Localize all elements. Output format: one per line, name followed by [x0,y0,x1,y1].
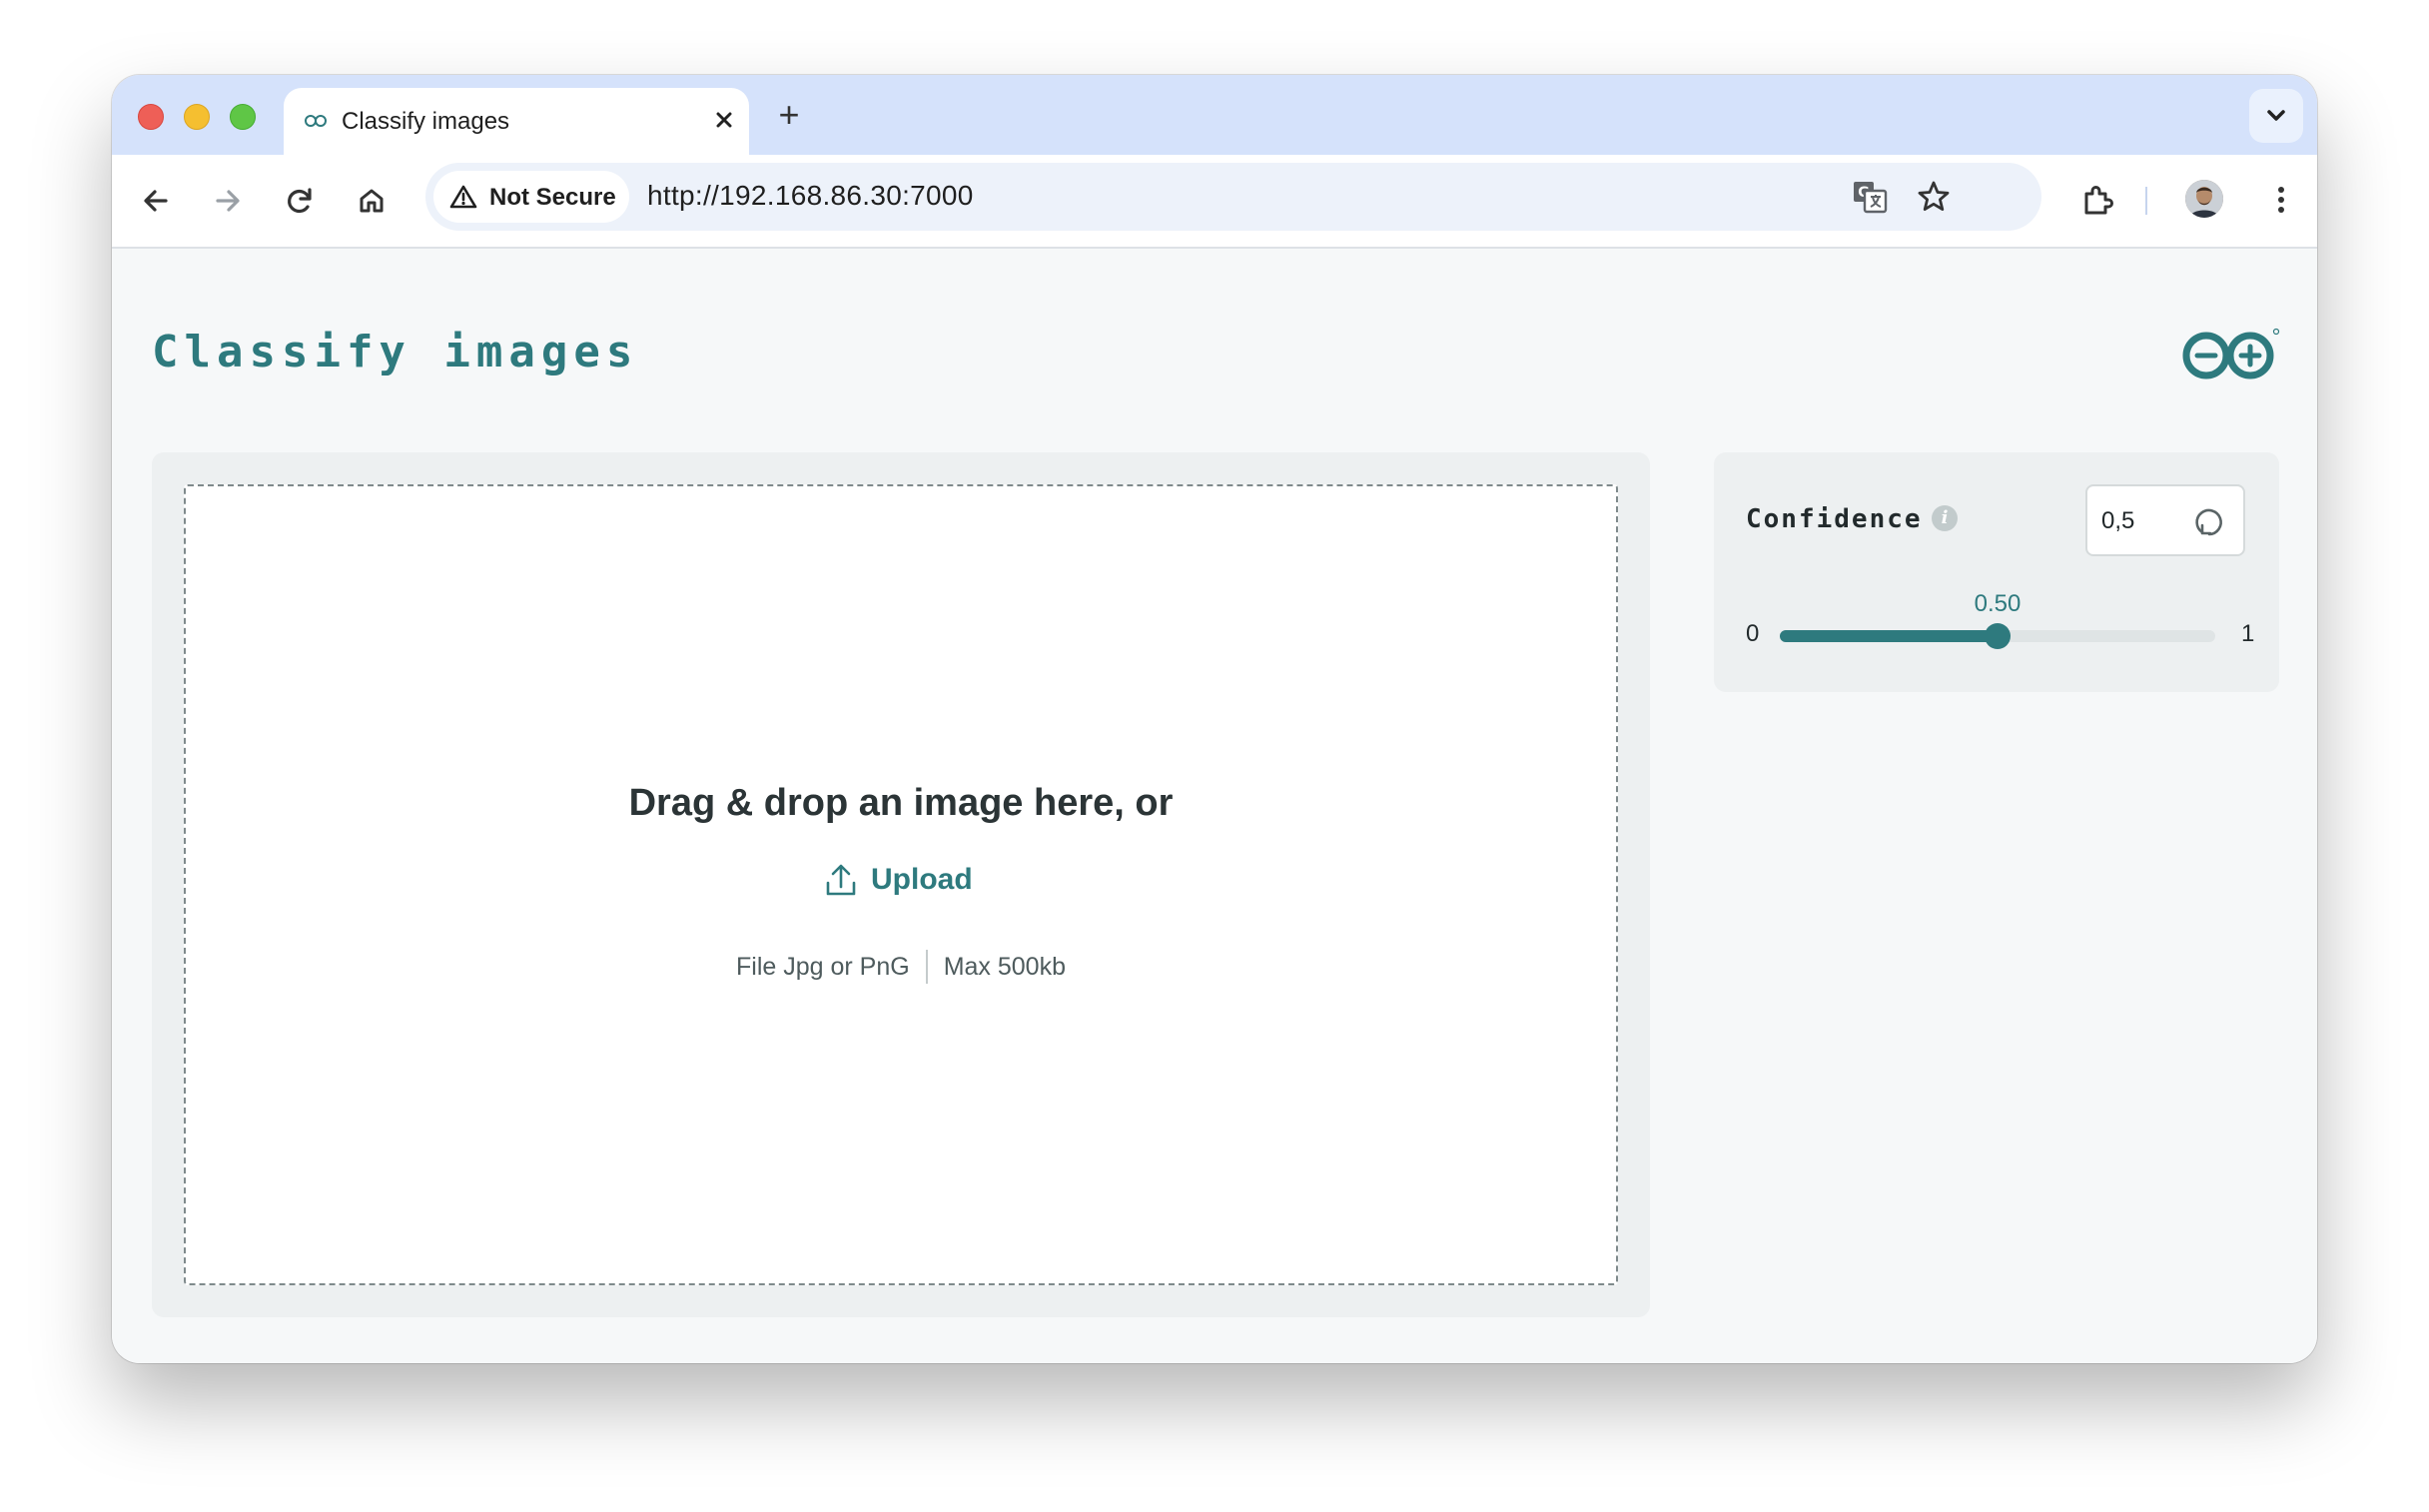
slider-fill [1780,630,1998,642]
reset-icon[interactable] [2189,502,2229,542]
file-types-text: File Jpg or PnG [736,952,910,981]
security-chip-label: Not Secure [489,184,616,211]
close-window-button[interactable] [138,104,164,130]
upload-icon [826,864,856,896]
forward-icon[interactable] [208,181,248,221]
back-icon[interactable] [136,181,176,221]
tab-search-button[interactable] [2249,89,2303,143]
page-title: Classify images [152,327,639,378]
address-bar[interactable]: Not Secure http://192.168.86.30:7000 G [425,163,2041,231]
maximize-window-button[interactable] [230,104,256,130]
tab-strip: Classify images + [112,75,2317,155]
confidence-panel: Confidence i 0 0.50 1 [1714,452,2279,692]
profile-avatar-image [2185,180,2223,218]
security-chip[interactable]: Not Secure [433,171,629,223]
toolbar-divider [2145,187,2147,215]
dropzone-title: Drag & drop an image here, or [628,782,1174,824]
confidence-slider[interactable]: 0.50 [1780,590,2215,649]
slider-value-label: 0.50 [1974,590,2022,617]
warning-icon [449,185,477,209]
confidence-label: Confidence [1746,504,1923,534]
star-icon[interactable] [1914,177,1954,217]
file-requirements: File Jpg or PnG Max 500kb [186,950,1616,984]
max-size-text: Max 500kb [943,952,1066,981]
slider-min-label: 0 [1746,620,1760,647]
page-content: Classify images Drag & drop an image her… [112,249,2317,1363]
reload-icon[interactable] [280,181,320,221]
avatar[interactable] [2185,180,2223,218]
slider-max-label: 1 [2241,620,2255,647]
file-info-separator [925,950,928,984]
new-tab-button[interactable]: + [771,97,807,134]
home-icon[interactable] [352,181,392,221]
extensions-icon[interactable] [2077,181,2117,221]
dropzone[interactable]: Drag & drop an image here, or Upload Fil… [184,484,1618,1285]
close-icon[interactable] [709,105,739,135]
upload-label: Upload [871,863,973,896]
slider-thumb[interactable] [1985,623,2011,649]
confidence-value-field[interactable] [2101,504,2181,538]
browser-tab[interactable]: Classify images [284,88,749,155]
tab-title: Classify images [342,108,510,135]
upload-button[interactable]: Upload [825,858,985,902]
tab-favicon-icon [305,115,327,127]
info-icon[interactable]: i [1932,505,1958,531]
browser-window: Classify images + Not Secure http://192.… [112,75,2317,1363]
kebab-menu-icon[interactable] [2271,183,2291,217]
url-text[interactable]: http://192.168.86.30:7000 [647,180,974,212]
minimize-window-button[interactable] [184,104,210,130]
upload-panel: Drag & drop an image here, or Upload Fil… [152,452,1650,1317]
confidence-input[interactable] [2085,484,2245,556]
chevron-down-icon [2267,110,2285,121]
translate-icon[interactable]: G [1850,177,1890,217]
arduino-logo [2182,328,2280,379]
